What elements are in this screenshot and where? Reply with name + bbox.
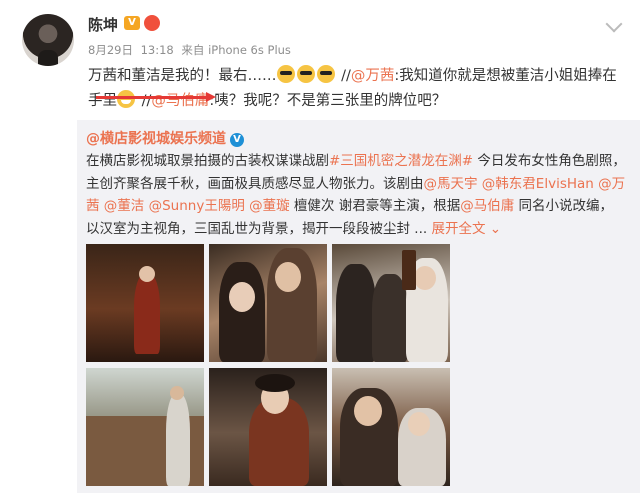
mention-link[interactable]: @万茜	[351, 68, 395, 84]
photo-thumbnail[interactable]	[86, 244, 204, 362]
post-text-sep1: //	[336, 68, 351, 84]
photo-thumbnail[interactable]	[209, 244, 327, 362]
post-source: 来自 iPhone 6s Plus	[181, 43, 291, 57]
post-text-part5: :咦？我呢？不是第三张里的牌位吧？	[209, 93, 447, 109]
repost-account-name[interactable]: @横店影视城娱乐频道	[86, 131, 226, 147]
sunglasses-emoji-icon	[316, 65, 335, 83]
post-meta: 8月29日 13:18 来自 iPhone 6s Plus	[88, 42, 295, 58]
mention-link[interactable]: @韩东君ElvisHan	[482, 176, 594, 192]
avatar[interactable]	[22, 14, 74, 66]
expand-full-text-link[interactable]: 展开全文 ⌄	[431, 221, 501, 237]
annotation-underline	[96, 96, 208, 99]
mention-link[interactable]: @马伯庸	[460, 198, 514, 214]
mention-link[interactable]: @Sunny王陽明	[149, 198, 245, 214]
photo-thumbnail[interactable]	[209, 368, 327, 486]
member-badge-icon	[144, 15, 160, 31]
hashtag-link[interactable]: #三国机密之潜龙在渊#	[329, 153, 473, 169]
repost-text-3: 檀健次 谢君豪等主演，根据	[289, 198, 461, 214]
photo-thumbnail[interactable]	[332, 368, 450, 486]
post-date: 8月29日	[88, 43, 133, 57]
post-text-part1: 万茜和董洁是我的！最右……	[88, 68, 277, 84]
annotation-arrow-icon	[206, 92, 216, 102]
mention-link[interactable]: @馬天宇	[424, 176, 478, 192]
photo-thumbnail[interactable]	[332, 244, 450, 362]
repost-text-1: 在横店影视城取景拍摄的古装权谋谍战剧	[86, 153, 329, 169]
chevron-down-icon[interactable]	[605, 15, 623, 33]
post-time: 13:18	[140, 43, 174, 57]
sunglasses-emoji-icon	[276, 65, 295, 83]
vip-badge-icon: V	[124, 16, 140, 30]
verified-badge-icon: V	[230, 133, 244, 147]
repost-text: 在横店影视城取景拍摄的古装权谋谍战剧#三国机密之潜龙在渊# 今日发布女性角色剧照…	[86, 150, 626, 240]
grin-emoji-icon	[117, 90, 135, 108]
user-name[interactable]: 陈坤	[88, 14, 118, 35]
post-text: 万茜和董洁是我的！最右…… //@万茜:我知道你就是想被董洁小姐姐捧在手里 //…	[88, 64, 628, 114]
mention-link[interactable]: @董璇	[249, 198, 290, 214]
sunglasses-emoji-icon	[296, 65, 315, 83]
mention-link[interactable]: @董洁	[104, 198, 145, 214]
photo-thumbnail[interactable]	[86, 368, 204, 486]
repost-account[interactable]: @横店影视城娱乐频道 V	[86, 128, 244, 148]
